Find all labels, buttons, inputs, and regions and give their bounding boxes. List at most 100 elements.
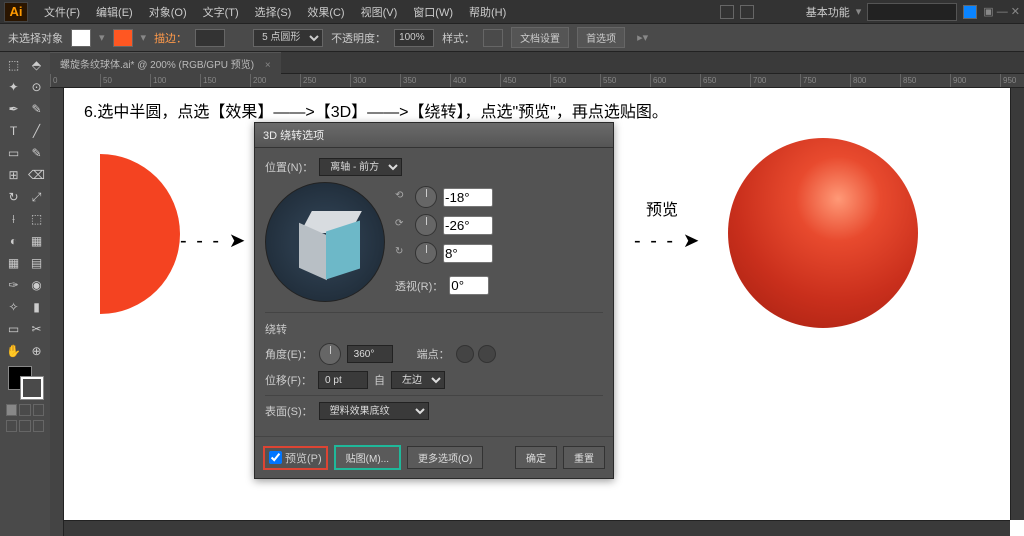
gradient-mode-btn[interactable] — [19, 404, 30, 416]
document-tabs: 螺旋条纹球体.ai* @ 200% (RGB/GPU 预览) × — [0, 52, 1024, 74]
eraser-tool[interactable]: ⌫ — [25, 164, 48, 186]
stroke-weight-input[interactable] — [195, 29, 225, 47]
stroke-color[interactable] — [20, 376, 44, 400]
symbol-sprayer-tool[interactable]: ✧ — [2, 296, 25, 318]
z-dial[interactable] — [415, 242, 437, 264]
stroke-swatch[interactable] — [113, 29, 133, 47]
preview-annotation: 预览 — [646, 196, 678, 220]
cap-on-icon[interactable] — [456, 345, 474, 363]
revolve-dialog: 3D 绕转选项 位置(N)： 离轴 - 前方 ⟲ ⟳ ↻ 透视(R)： 绕转 — [254, 122, 614, 479]
curvature-tool[interactable]: ✎ — [25, 98, 48, 120]
hand-tool[interactable]: ✋ — [2, 340, 25, 362]
gradient-tool[interactable]: ▤ — [25, 252, 48, 274]
cap-off-icon[interactable] — [478, 345, 496, 363]
menu-file[interactable]: 文件(F) — [36, 4, 88, 20]
scale-tool[interactable]: ⤢ — [25, 186, 48, 208]
menu-view[interactable]: 视图(V) — [353, 4, 406, 20]
prefs-button[interactable]: 首选项 — [577, 27, 625, 48]
width-tool[interactable]: ⟊ — [2, 208, 25, 230]
rotate-tool[interactable]: ↻ — [2, 186, 25, 208]
fill-swatch[interactable] — [71, 29, 91, 47]
instruction-text: 6.选中半圆，点选【效果】——>【3D】——>【绕转】，点选"预览"，再点选贴图… — [84, 98, 668, 122]
search-input[interactable] — [867, 3, 957, 21]
y-dial[interactable] — [415, 214, 437, 236]
menu-edit[interactable]: 编辑(E) — [88, 4, 141, 20]
color-mode-btn[interactable] — [6, 404, 17, 416]
shaper-tool[interactable]: ⊞ — [2, 164, 25, 186]
workspace-switcher[interactable]: 基本功能 — [806, 4, 850, 20]
rotation-preview[interactable] — [265, 182, 385, 302]
layout-icon[interactable] — [720, 5, 734, 19]
magic-wand-tool[interactable]: ✦ — [2, 76, 25, 98]
shape-builder-tool[interactable]: ◐ — [2, 230, 25, 252]
from-label: 自 — [374, 372, 385, 388]
offset-input[interactable] — [318, 371, 368, 389]
perspective-label: 透视(R)： — [395, 278, 443, 294]
x-angle-input[interactable] — [443, 188, 493, 207]
sync-icon[interactable] — [963, 5, 977, 19]
menu-bar: Ai 文件(F) 编辑(E) 对象(O) 文字(T) 选择(S) 效果(C) 视… — [0, 0, 1024, 24]
pen-tool[interactable]: ✒ — [2, 98, 25, 120]
eyedropper-tool[interactable]: ✑ — [2, 274, 25, 296]
color-well[interactable] — [6, 366, 44, 398]
blend-tool[interactable]: ◉ — [25, 274, 48, 296]
surface-label: 表面(S)： — [265, 403, 313, 419]
sphere-result — [728, 138, 918, 328]
column-graph-tool[interactable]: ▮ — [25, 296, 48, 318]
z-axis-icon: ↻ — [395, 246, 409, 260]
stroke-label: 描边： — [154, 30, 187, 46]
selection-tool[interactable]: ⬚ — [2, 54, 25, 76]
y-angle-input[interactable] — [443, 216, 493, 235]
revolve-section-label: 绕转 — [265, 321, 603, 337]
z-angle-input[interactable] — [443, 244, 493, 263]
vertical-scrollbar[interactable] — [1010, 88, 1024, 520]
free-transform-tool[interactable]: ⬚ — [25, 208, 48, 230]
rectangle-tool[interactable]: ▭ — [2, 142, 25, 164]
menu-select[interactable]: 选择(S) — [247, 4, 300, 20]
position-select[interactable]: 离轴 - 前方 — [319, 158, 402, 176]
mesh-tool[interactable]: ▦ — [2, 252, 25, 274]
artboard-tool[interactable]: ▭ — [2, 318, 25, 340]
map-art-button[interactable]: 贴图(M)... — [334, 445, 401, 470]
line-tool[interactable]: ╱ — [25, 120, 48, 142]
preview-checkbox[interactable]: 预览(P) — [263, 446, 328, 470]
x-dial[interactable] — [415, 186, 437, 208]
zoom-tool[interactable]: ⊕ — [25, 340, 48, 362]
screen-mode-present[interactable] — [33, 420, 44, 432]
menu-type[interactable]: 文字(T) — [195, 4, 247, 20]
style-swatch[interactable] — [483, 29, 503, 47]
canvas[interactable]: 6.选中半圆，点选【效果】——>【3D】——>【绕转】，点选"预览"，再点选贴图… — [64, 88, 1024, 536]
lasso-tool[interactable]: ⊙ — [25, 76, 48, 98]
from-select[interactable]: 左边 — [391, 371, 445, 389]
ok-button[interactable]: 确定 — [515, 446, 557, 469]
menu-window[interactable]: 窗口(W) — [405, 4, 461, 20]
angle-dial[interactable] — [319, 343, 341, 365]
direct-select-tool[interactable]: ⬘ — [25, 54, 48, 76]
more-options-button[interactable]: 更多选项(O) — [407, 446, 483, 469]
surface-select[interactable]: 塑料效果底纹 — [319, 402, 429, 420]
paintbrush-tool[interactable]: ✎ — [25, 142, 48, 164]
slice-tool[interactable]: ✂ — [25, 318, 48, 340]
document-tab[interactable]: 螺旋条纹球体.ai* @ 200% (RGB/GPU 预览) × — [50, 52, 281, 74]
none-mode-btn[interactable] — [33, 404, 44, 416]
brush-select[interactable]: 5 点圆形 — [253, 29, 323, 47]
angle-input[interactable] — [347, 345, 393, 363]
doc-setup-button[interactable]: 文档设置 — [511, 27, 569, 48]
arrow-icon: - - - ➤ — [634, 228, 701, 253]
cancel-button[interactable]: 重置 — [563, 446, 605, 469]
vertical-ruler — [50, 88, 64, 536]
perspective-input[interactable] — [449, 276, 489, 295]
screen-mode-full[interactable] — [19, 420, 30, 432]
menu-help[interactable]: 帮助(H) — [461, 4, 514, 20]
arrange-icon[interactable] — [740, 5, 754, 19]
menu-object[interactable]: 对象(O) — [141, 4, 195, 20]
screen-mode-normal[interactable] — [6, 420, 17, 432]
selection-status: 未选择对象 — [8, 30, 63, 46]
perspective-tool[interactable]: ▦ — [25, 230, 48, 252]
close-tab-icon[interactable]: × — [265, 60, 271, 71]
type-tool[interactable]: T — [2, 120, 25, 142]
opacity-input[interactable] — [394, 29, 434, 47]
opacity-label: 不透明度： — [331, 30, 386, 46]
horizontal-scrollbar[interactable] — [64, 520, 1010, 536]
menu-effect[interactable]: 效果(C) — [299, 4, 352, 20]
